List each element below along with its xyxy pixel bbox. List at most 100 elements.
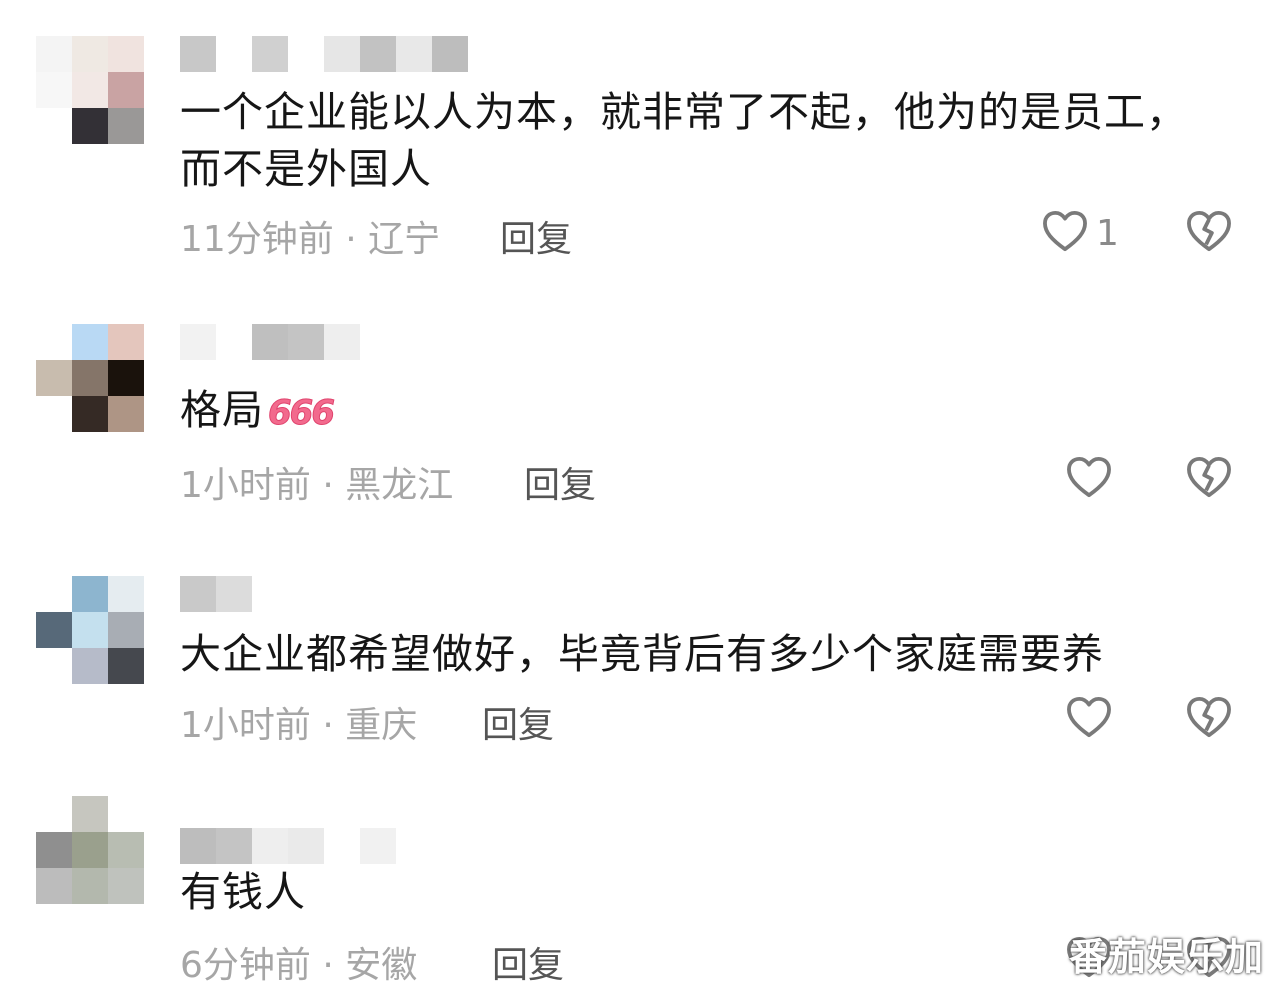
username-blurred[interactable] [180,324,360,360]
broken-heart-icon [1186,456,1232,502]
avatar-mosaic-cell [108,796,144,832]
avatar-mosaic-cell [72,324,108,360]
username-mosaic-cell [180,828,216,864]
dislike-button[interactable] [1186,696,1232,742]
username-mosaic-cell [252,324,288,360]
comment-location: 黑龙江 [345,465,454,506]
reply-button[interactable]: 回复 [500,210,572,262]
username-mosaic-cell [360,36,396,72]
avatar-mosaic-cell [36,576,72,612]
username-blurred[interactable] [180,828,396,864]
username-mosaic-cell [180,36,216,72]
avatar-mosaic-cell [36,36,72,72]
avatar-mosaic-cell [108,576,144,612]
avatar-mosaic-cell [72,612,108,648]
username-mosaic-cell [324,828,360,864]
username-mosaic-cell [288,36,324,72]
avatar-mosaic-cell [36,648,72,684]
comment-meta: 1小时前 · 重庆 [180,696,417,748]
comment-meta: 6分钟前 · 安徽 [180,936,417,988]
username-blurred[interactable] [180,36,468,72]
comment-time: 1小时前 [180,705,311,746]
avatar-mosaic-cell [108,72,144,108]
avatar-mosaic-cell [108,324,144,360]
username-blurred[interactable] [180,576,252,612]
broken-heart-icon [1186,210,1232,256]
avatar-mosaic-cell [108,612,144,648]
avatar-mosaic-cell [36,72,72,108]
avatar-mosaic-cell [72,360,108,396]
avatar-mosaic-cell [36,396,72,432]
like-count: 1 [1096,212,1119,254]
comment-location: 安徽 [345,945,418,986]
avatar-mosaic-cell [108,648,144,684]
avatar-mosaic-cell [36,612,72,648]
username-mosaic-cell [216,828,252,864]
avatar-mosaic-cell [72,832,108,868]
username-mosaic-cell [324,324,360,360]
avatar-mosaic-cell [36,796,72,832]
dislike-button[interactable] [1186,456,1232,502]
separator-dot: · [322,945,346,986]
separator-dot: · [345,219,369,260]
username-mosaic-cell [324,36,360,72]
comment-meta: 11分钟前 · 辽宁 [180,210,440,262]
username-mosaic-cell [216,324,252,360]
comment-meta: 1小时前 · 黑龙江 [180,456,453,508]
avatar-mosaic-cell [108,868,144,904]
avatar-mosaic-cell [108,396,144,432]
avatar-mosaic-cell [108,832,144,868]
comment-text-content: 格局 [180,386,264,434]
like-button[interactable] [1066,456,1112,502]
avatar-mosaic-cell [72,796,108,832]
heart-outline-icon [1042,210,1088,256]
reply-button[interactable]: 回复 [524,456,596,508]
comment-location: 重庆 [345,705,418,746]
broken-heart-icon [1186,696,1232,742]
reply-button[interactable]: 回复 [482,696,554,748]
username-mosaic-cell [180,324,216,360]
comment-text: 一个企业能以人为本，就非常了不起，他为的是员工，而不是外国人 [180,88,1188,193]
avatar-mosaic-cell [36,108,72,144]
comment-location: 辽宁 [368,219,441,260]
comment-time: 1小时前 [180,465,311,506]
username-mosaic-cell [432,36,468,72]
username-mosaic-cell [288,324,324,360]
avatar-mosaic-cell [108,108,144,144]
like-button[interactable] [1066,696,1112,742]
avatar-mosaic-cell [36,360,72,396]
comment-time: 11分钟前 [180,219,334,260]
dislike-button[interactable] [1186,210,1232,256]
heart-outline-icon [1066,456,1112,502]
watermark: 番茄娱乐加 [1068,935,1264,979]
avatar[interactable] [36,796,144,904]
username-mosaic-cell [216,576,252,612]
like-button[interactable]: 1 [1042,210,1119,256]
avatar-mosaic-cell [108,36,144,72]
separator-dot: · [322,465,346,506]
comment-text: 有钱人 [180,868,306,916]
reply-button[interactable]: 回复 [492,936,564,988]
emoji-666-sticker: 666 [268,392,336,433]
comment-time: 6分钟前 [180,945,311,986]
avatar-mosaic-cell [72,36,108,72]
username-mosaic-cell [288,828,324,864]
avatar-mosaic-cell [72,396,108,432]
avatar[interactable] [36,36,144,144]
username-mosaic-cell [216,36,252,72]
avatar-mosaic-cell [72,648,108,684]
avatar-mosaic-cell [36,868,72,904]
avatar-mosaic-cell [72,72,108,108]
username-mosaic-cell [252,828,288,864]
avatar-mosaic-cell [72,868,108,904]
separator-dot: · [322,705,346,746]
username-mosaic-cell [396,36,432,72]
username-mosaic-cell [252,36,288,72]
avatar-mosaic-cell [36,832,72,868]
avatar[interactable] [36,576,144,684]
avatar-mosaic-cell [72,576,108,612]
username-mosaic-cell [360,828,396,864]
username-mosaic-cell [180,576,216,612]
comment-text: 大企业都希望做好，毕竟背后有多少个家庭需要养 [180,630,1104,678]
avatar[interactable] [36,324,144,432]
